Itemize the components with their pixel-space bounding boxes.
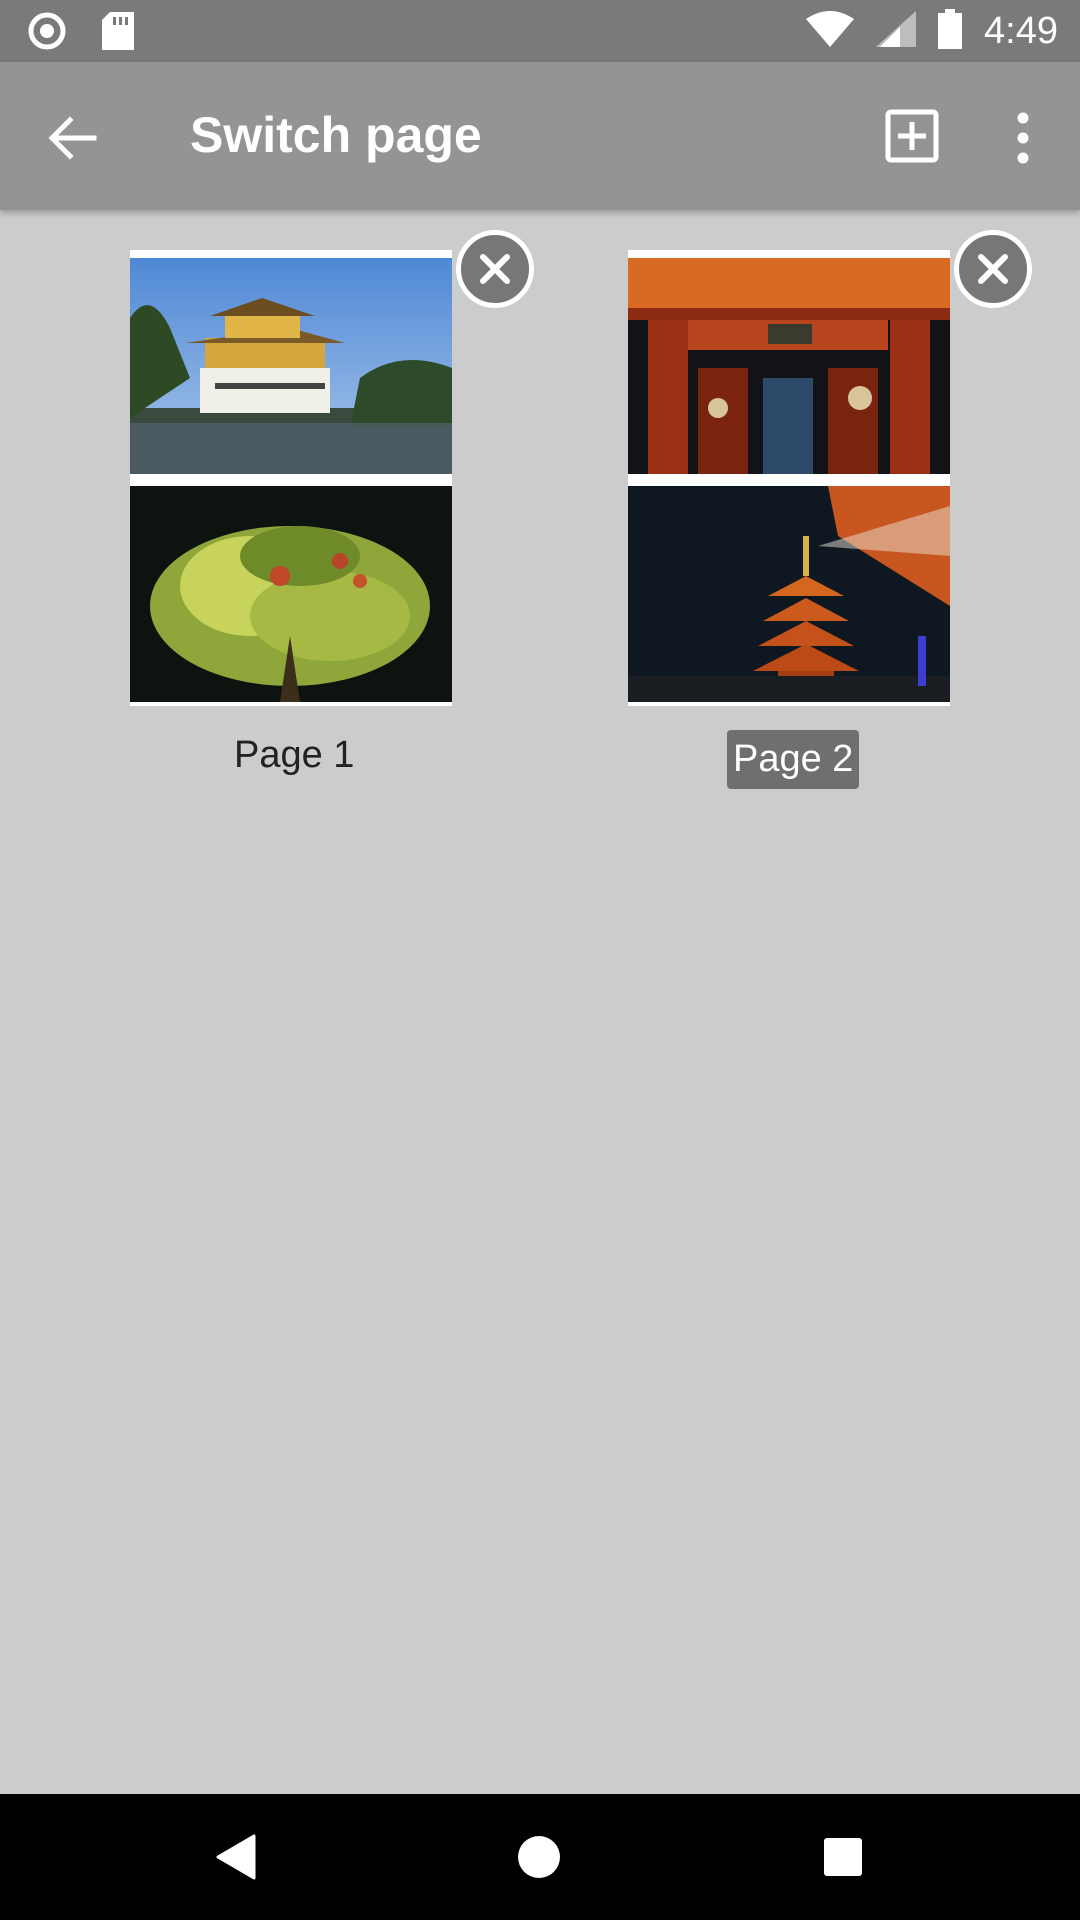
sd-card-icon [102, 12, 134, 55]
page-card-2[interactable]: Page 2 [628, 230, 1032, 789]
nav-recents-icon[interactable] [824, 1838, 862, 1876]
more-vert-icon [1017, 112, 1029, 164]
status-time: 4:49 [984, 9, 1058, 52]
nav-back-button[interactable] [214, 1834, 258, 1885]
back-arrow-icon [48, 116, 97, 160]
page-thumbnail-2[interactable] [628, 250, 950, 706]
battery-icon [938, 8, 963, 54]
record-icon [28, 12, 66, 55]
remove-page-1-button[interactable] [456, 230, 534, 308]
signal-icon [876, 10, 917, 52]
add-page-icon [885, 109, 939, 163]
page-label-1[interactable]: Page 1 [234, 734, 354, 777]
page-card-1[interactable]: Page 1 [130, 230, 534, 776]
more-options-button[interactable] [1000, 106, 1046, 170]
navigation-bar [0, 1794, 1080, 1920]
app-bar: Switch page [0, 62, 1080, 210]
autumn-maple-night-photo [130, 486, 452, 702]
back-button[interactable] [42, 108, 102, 168]
wifi-icon [806, 10, 855, 52]
nav-back-icon [216, 1834, 256, 1880]
pagoda-night-photo [628, 486, 950, 702]
temple-gate-night-photo [628, 258, 950, 474]
remove-page-2-button[interactable] [954, 230, 1032, 308]
page-label-2[interactable]: Page 2 [727, 730, 860, 789]
golden-pavilion-photo [130, 258, 452, 474]
status-bar: 4:49 [0, 0, 1080, 62]
page-title: Switch page [190, 107, 482, 163]
close-icon [978, 254, 1008, 284]
close-icon [480, 254, 510, 284]
page-thumbnail-1[interactable] [130, 250, 452, 706]
nav-home-icon[interactable] [518, 1836, 560, 1878]
add-page-button[interactable] [884, 108, 940, 164]
